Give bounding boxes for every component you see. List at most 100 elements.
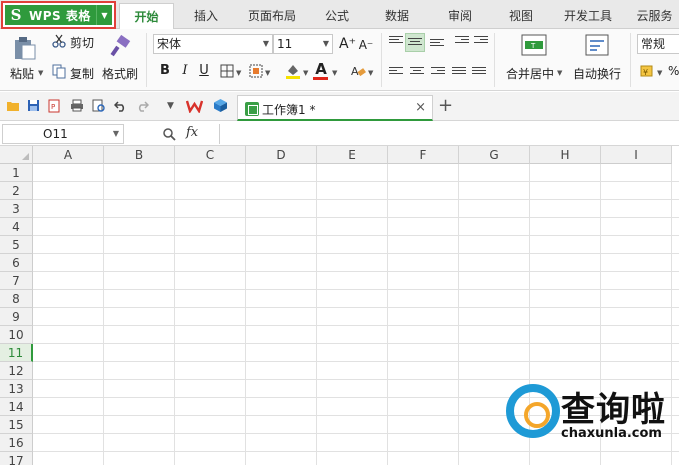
customize-toolbar-icon[interactable]: ▼ [167, 101, 174, 111]
number-format-select[interactable]: 常规 [637, 34, 679, 54]
cube-icon[interactable] [213, 98, 228, 113]
clear-format-icon[interactable]: A [350, 63, 366, 79]
cell-style-dropdown-icon[interactable]: ▼ [265, 69, 270, 77]
font-color-dropdown-icon[interactable]: ▼ [332, 69, 337, 77]
underline-button[interactable]: U [196, 62, 212, 80]
save-icon[interactable] [27, 99, 40, 112]
merge-center-button[interactable]: 合并居中 [506, 65, 554, 82]
tab-review[interactable]: 审阅 [443, 7, 477, 24]
font-color-button[interactable]: A [313, 60, 329, 78]
cell-style-icon[interactable] [249, 64, 263, 78]
column-header[interactable]: F [388, 146, 459, 164]
row-header[interactable]: 11 [0, 344, 33, 362]
column-header[interactable]: B [104, 146, 175, 164]
redo-icon[interactable] [136, 100, 149, 112]
row-header[interactable]: 6 [0, 254, 33, 272]
copy-button[interactable]: 复制 [70, 65, 94, 82]
insert-function-button[interactable]: fx [186, 125, 198, 140]
undo-icon[interactable] [114, 100, 127, 112]
currency-dropdown-icon[interactable]: ▼ [657, 69, 662, 77]
column-header[interactable]: G [459, 146, 530, 164]
tab-developer[interactable]: 开发工具 [559, 7, 617, 24]
increase-indent-icon[interactable] [474, 36, 488, 48]
paste-icon[interactable] [12, 35, 38, 61]
select-all-corner[interactable] [0, 146, 33, 164]
row-header[interactable]: 9 [0, 308, 33, 326]
fill-color-icon[interactable] [285, 62, 301, 80]
row-header[interactable]: 4 [0, 218, 33, 236]
distributed-icon[interactable] [472, 67, 486, 79]
tab-formulas[interactable]: 公式 [320, 7, 354, 24]
paste-dropdown-icon[interactable]: ▼ [38, 69, 43, 77]
name-box[interactable]: O11 ▼ [2, 124, 124, 144]
merge-center-icon[interactable]: T [521, 34, 547, 56]
tab-cloud-service[interactable]: 云服务 [630, 7, 679, 24]
export-pdf-icon[interactable]: P [47, 99, 61, 113]
row-header[interactable]: 5 [0, 236, 33, 254]
row-header[interactable]: 2 [0, 182, 33, 200]
row-header[interactable]: 17 [0, 452, 33, 465]
grow-font-button[interactable]: A⁺ [339, 35, 356, 53]
tab-insert[interactable]: 插入 [187, 7, 225, 24]
italic-button[interactable]: I [177, 62, 193, 80]
borders-dropdown-icon[interactable]: ▼ [236, 69, 241, 77]
column-header[interactable]: D [246, 146, 317, 164]
row-header[interactable]: 15 [0, 416, 33, 434]
align-left-icon[interactable] [389, 67, 403, 79]
format-painter-icon[interactable] [108, 34, 132, 58]
row-header[interactable]: 3 [0, 200, 33, 218]
zoom-lookup-icon[interactable] [162, 127, 176, 141]
font-name-select[interactable]: 宋体 ▼ [153, 34, 273, 54]
wps-app-menu-button[interactable]: S WPS 表格 ▼ [1, 1, 116, 29]
copy-icon[interactable] [52, 64, 66, 79]
align-center-icon[interactable] [410, 67, 424, 79]
bold-button[interactable]: B [157, 62, 173, 80]
paste-button[interactable]: 粘贴 [10, 65, 34, 82]
print-icon[interactable] [70, 99, 84, 112]
row-header[interactable]: 7 [0, 272, 33, 290]
row-header[interactable]: 12 [0, 362, 33, 380]
merge-center-dropdown-icon[interactable]: ▼ [557, 69, 562, 77]
wrap-text-icon[interactable] [585, 34, 609, 56]
borders-icon[interactable] [220, 64, 234, 78]
row-header[interactable]: 13 [0, 380, 33, 398]
document-tab[interactable]: 工作簿1 * × [237, 95, 433, 121]
close-icon[interactable]: × [415, 100, 426, 115]
wrap-text-button[interactable]: 自动换行 [573, 65, 621, 82]
tab-data[interactable]: 数据 [380, 7, 414, 24]
row-header[interactable]: 16 [0, 434, 33, 452]
row-header[interactable]: 8 [0, 290, 33, 308]
new-tab-icon[interactable]: + [438, 95, 453, 116]
formula-input[interactable] [219, 124, 677, 144]
align-right-icon[interactable] [431, 67, 445, 79]
column-header[interactable]: I [601, 146, 672, 164]
justify-icon[interactable] [452, 67, 466, 79]
align-middle-icon[interactable] [408, 38, 422, 50]
clear-dropdown-icon[interactable]: ▼ [368, 69, 373, 77]
tab-page-layout[interactable]: 页面布局 [244, 7, 300, 24]
scissors-icon[interactable] [52, 34, 66, 48]
cut-button[interactable]: 剪切 [70, 34, 94, 51]
row-header[interactable]: 1 [0, 164, 33, 182]
wps-w-logo-icon[interactable] [186, 99, 203, 113]
open-folder-icon[interactable] [6, 100, 20, 112]
tab-home[interactable]: 开始 [119, 3, 174, 29]
currency-icon[interactable]: ¥ [640, 64, 656, 78]
row-header[interactable]: 14 [0, 398, 33, 416]
fill-color-dropdown-icon[interactable]: ▼ [303, 69, 308, 77]
column-header[interactable]: H [530, 146, 601, 164]
font-size-select[interactable]: 11 ▼ [273, 34, 333, 54]
tab-view[interactable]: 视图 [504, 7, 538, 24]
column-header[interactable]: A [33, 146, 104, 164]
decrease-indent-icon[interactable] [455, 36, 469, 48]
chevron-down-icon[interactable]: ▼ [96, 5, 112, 25]
column-header[interactable]: C [175, 146, 246, 164]
shrink-font-button[interactable]: A⁻ [358, 36, 374, 54]
print-preview-icon[interactable] [92, 99, 106, 113]
column-header[interactable]: E [317, 146, 388, 164]
percent-button[interactable]: % [668, 64, 679, 78]
row-header[interactable]: 10 [0, 326, 33, 344]
align-bottom-icon[interactable] [430, 39, 444, 51]
align-top-icon[interactable] [389, 36, 403, 48]
format-painter-button[interactable]: 格式刷 [102, 65, 138, 82]
